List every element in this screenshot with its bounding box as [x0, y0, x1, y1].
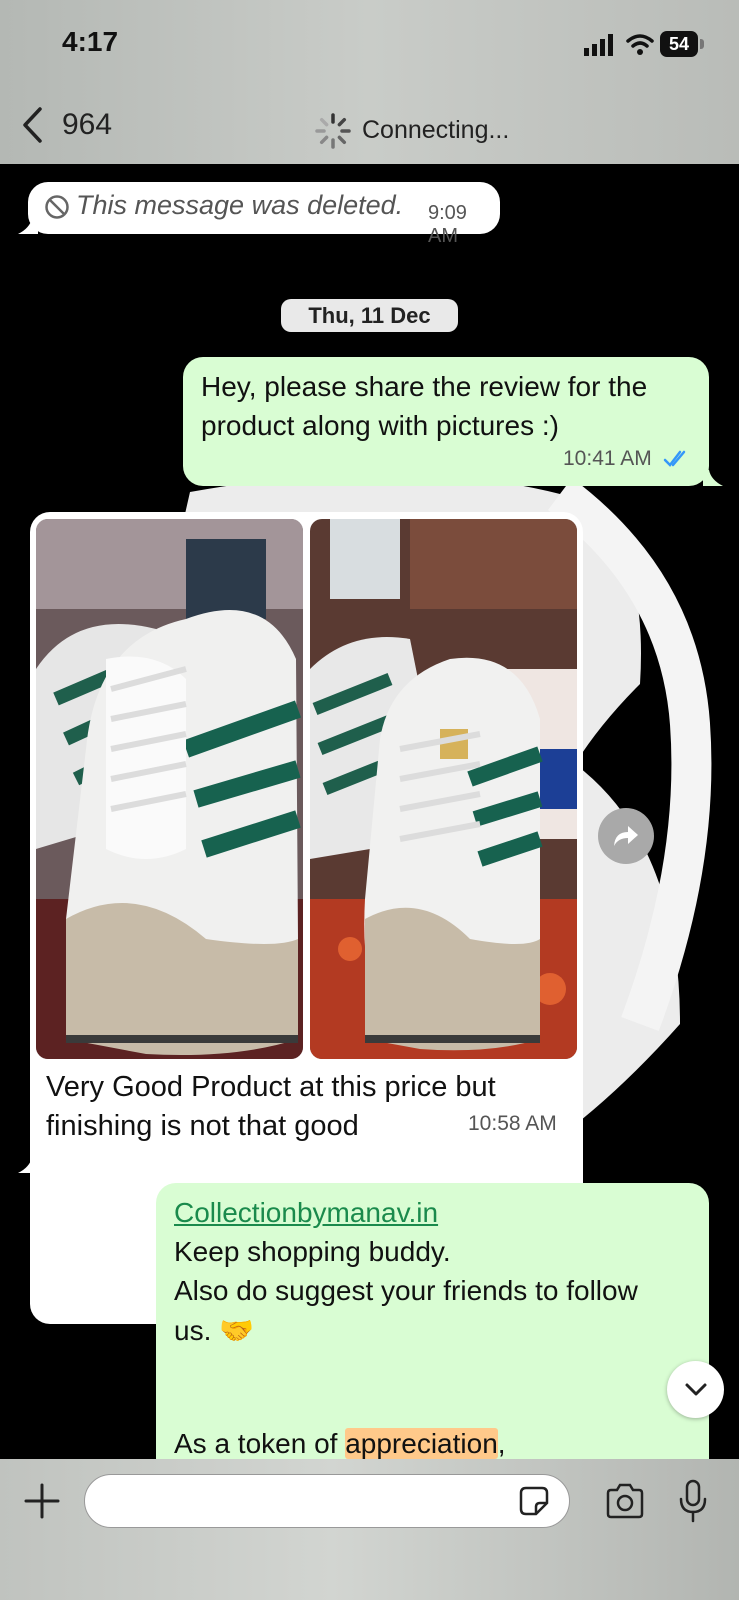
bubble-tail: [18, 1157, 38, 1173]
highlighted-word[interactable]: appreciation: [345, 1428, 498, 1459]
battery-tip: [700, 39, 704, 49]
bubble-tail: [703, 470, 723, 486]
message-text-line: us. 🤝: [174, 1315, 254, 1346]
message-input-bar: [0, 1459, 739, 1600]
connection-status: Connecting...: [362, 116, 510, 144]
outgoing-message-bubble[interactable]: Collectionbymanav.in Keep shopping buddy…: [156, 1183, 709, 1459]
scroll-to-bottom-button[interactable]: [667, 1361, 724, 1418]
message-text-line: As a token of appreciation,: [174, 1428, 506, 1459]
loading-spinner-icon: [315, 113, 351, 149]
sticker-icon[interactable]: [518, 1485, 550, 1517]
message-time: 9:09 AM: [428, 202, 467, 247]
message-time: 10:41 AM: [563, 447, 652, 470]
battery-indicator: 54: [660, 31, 698, 57]
back-chevron-icon[interactable]: [20, 106, 44, 144]
date-separator: Thu, 11 Dec: [281, 299, 458, 332]
status-time: 4:17: [62, 26, 119, 57]
deleted-message-text: This message was deleted.: [76, 190, 404, 220]
cellular-signal-icon: [584, 34, 613, 56]
plus-icon[interactable]: [24, 1483, 60, 1519]
bubble-tail: [18, 218, 38, 234]
deleted-ban-icon: [45, 195, 69, 219]
review-photo-2[interactable]: [310, 519, 577, 1059]
forward-button[interactable]: [598, 808, 654, 864]
camera-icon[interactable]: [604, 1483, 646, 1519]
message-text-line: Also do suggest your friends to follow: [174, 1275, 638, 1306]
wifi-icon: [626, 34, 654, 55]
message-input[interactable]: [84, 1474, 570, 1528]
message-text-line: Keep shopping buddy.: [174, 1236, 451, 1267]
deleted-message-bubble[interactable]: This message was deleted. 9:09 AM: [28, 182, 500, 247]
microphone-icon[interactable]: [677, 1479, 709, 1523]
message-time: 10:58 AM: [468, 1112, 557, 1135]
read-receipt-icon: [663, 450, 686, 467]
text-segment: As a token of: [174, 1428, 346, 1459]
message-text: Hey, please share the review for the pro…: [201, 371, 648, 441]
message-link[interactable]: Collectionbymanav.in: [174, 1197, 438, 1229]
review-photo-1[interactable]: [36, 519, 303, 1059]
outgoing-message-bubble[interactable]: Hey, please share the review for the pro…: [183, 357, 709, 486]
chat-messages[interactable]: This message was deleted. 9:09 AM Thu, 1…: [0, 164, 739, 1459]
chat-header: 4:17 54 964 Connecting...: [0, 0, 739, 164]
forward-arrow-icon: [614, 826, 638, 846]
text-segment: ,: [497, 1428, 506, 1459]
media-caption: Very Good Product at this price but fini…: [46, 1071, 496, 1142]
chevron-down-icon: [685, 1383, 706, 1395]
contact-name[interactable]: 964: [62, 108, 112, 142]
